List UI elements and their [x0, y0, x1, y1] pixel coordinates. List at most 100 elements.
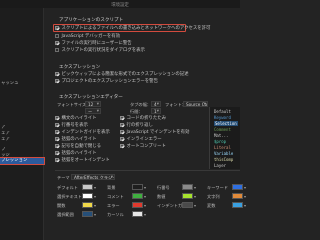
- option-label: プロジェクトのエクスプレッションエラーを警告: [61, 79, 158, 84]
- chevron-down-icon[interactable]: ▾: [244, 194, 246, 199]
- tab-width-dropdown[interactable]: 4: [151, 101, 161, 107]
- color-swatch[interactable]: [232, 193, 243, 199]
- sidebar-item[interactable]: ェア: [0, 137, 44, 143]
- checkbox-auto-indent[interactable]: 括弧をオートインデント: [55, 157, 110, 163]
- option-label: スクリプトの実行状況をダイアログを表示: [61, 48, 145, 53]
- option-label: 括弧をオートインデント: [61, 158, 110, 163]
- chevron-down-icon[interactable]: ▾: [194, 194, 196, 199]
- checkbox-pickwhip-compact[interactable]: ピックウィップによる簡潔な形式でのエクスプレッションの記述: [55, 71, 189, 77]
- checkbox-auto-close[interactable]: 記号を自動で閉じる: [55, 143, 101, 149]
- color-label: デフォルト: [57, 185, 78, 190]
- chevron-down-icon[interactable]: ▾: [194, 203, 196, 208]
- sidebar-item[interactable]: [0, 73, 44, 79]
- color-swatch[interactable]: [82, 184, 93, 190]
- color-swatch[interactable]: [182, 184, 193, 190]
- color-swatch[interactable]: [82, 202, 93, 208]
- color-swatch[interactable]: [132, 184, 143, 190]
- checkbox-icon: [55, 116, 59, 120]
- title-bar: 環境設定: [0, 0, 240, 8]
- chevron-down-icon[interactable]: ▾: [144, 194, 146, 199]
- checkbox-js-indent[interactable]: JavaScript でインデントを有効: [120, 129, 189, 135]
- line-spacing-dropdown[interactable]: 1: [151, 108, 161, 114]
- checkbox-bracket-highlight[interactable]: 括弧のハイライト: [55, 136, 97, 142]
- color-swatch[interactable]: [82, 193, 93, 199]
- chevron-down-icon[interactable]: ▾: [94, 185, 96, 190]
- section-title-expression-editor: エクスプレッションエディター: [59, 95, 123, 100]
- checkbox-autocomplete[interactable]: オートコンプリート: [120, 143, 166, 149]
- chevron-down-icon[interactable]: ▾: [244, 203, 246, 208]
- option-label: スクリプトによるファイルへの書き込みとネットワークへのアクセスを許可: [61, 26, 211, 31]
- color-swatch[interactable]: [132, 193, 143, 199]
- font-size-dropdown[interactable]: 12: [85, 101, 101, 107]
- sidebar-item-scripting-expressions[interactable]: プレッション: [0, 157, 45, 165]
- checkbox-show-dialog[interactable]: スクリプトの実行状況をダイアログを表示: [55, 47, 145, 53]
- editor-dropdown-2[interactable]: ー: [85, 108, 101, 114]
- chevron-down-icon[interactable]: ▾: [94, 212, 96, 217]
- chevron-down-icon[interactable]: ▾: [144, 203, 146, 208]
- checkbox-warn-user[interactable]: ファイルの実行時にユーザーに警告: [55, 40, 132, 46]
- checkbox-syntax-highlight[interactable]: 構文のハイライト: [55, 115, 97, 121]
- chevron-down-icon[interactable]: ▾: [94, 203, 96, 208]
- checkbox-line-wrap[interactable]: 行の折り返し: [120, 122, 153, 128]
- checkbox-icon: [55, 26, 59, 30]
- color-swatch[interactable]: [82, 211, 93, 217]
- color-label: エラー: [107, 203, 120, 208]
- checkbox-icon: [55, 137, 59, 141]
- checkbox-icon: [55, 151, 59, 155]
- checkbox-icon: [55, 130, 59, 134]
- checkbox-icon: [55, 72, 59, 76]
- divider: [55, 170, 240, 171]
- option-label: オートコンプリート: [126, 144, 166, 149]
- preview-line: Literal: [214, 145, 231, 150]
- color-label: 数値: [157, 194, 166, 199]
- color-swatch[interactable]: [182, 193, 193, 199]
- color-swatch[interactable]: [132, 211, 143, 217]
- color-label: 文字列: [207, 194, 220, 199]
- checkbox-icon: [55, 34, 59, 38]
- checkbox-code-folding[interactable]: コードの折りたたみ: [120, 115, 166, 121]
- color-swatch[interactable]: [182, 202, 193, 208]
- checkbox-js-debugger[interactable]: JavaScript デバッガーを有効: [55, 33, 120, 39]
- checkbox-inline-errors[interactable]: インラインエラー: [120, 136, 162, 142]
- color-swatch[interactable]: [232, 202, 243, 208]
- font-dropdown[interactable]: Source Code Pro: [183, 101, 208, 107]
- option-label: 括弧のハイライト: [61, 137, 97, 142]
- section-title-expressions: エクスプレッション: [59, 65, 101, 70]
- preview-line: Comment: [214, 127, 231, 132]
- code-preview: Default Keyword Selection Comment Mat...…: [209, 107, 240, 169]
- option-label: インデントガイドを表示: [61, 130, 110, 135]
- window-title: 環境設定: [111, 2, 129, 8]
- preview-line: Layer: [214, 163, 227, 168]
- option-label: 括弧のハイライト: [61, 151, 97, 156]
- color-swatch[interactable]: [232, 184, 243, 190]
- chevron-down-icon[interactable]: ▾: [194, 185, 196, 190]
- checkbox-icon: [120, 123, 124, 127]
- chevron-down-icon[interactable]: ▾: [244, 185, 246, 190]
- checkbox-icon: [120, 130, 124, 134]
- checkbox-icon: [55, 144, 59, 148]
- checkbox-line-numbers[interactable]: 行番号を表示: [55, 122, 88, 128]
- checkbox-warn-expression-errors[interactable]: プロジェクトのエクスプレッションエラーを警告: [55, 78, 158, 84]
- checkbox-icon: [120, 144, 124, 148]
- checkbox-bracket-highlight-2[interactable]: 括弧のハイライト: [55, 150, 97, 156]
- option-label: ファイルの実行時にユーザーに警告: [61, 41, 132, 46]
- chevron-down-icon[interactable]: ▾: [144, 185, 146, 190]
- checkbox-allow-file-network[interactable]: スクリプトによるファイルへの書き込みとネットワークへのアクセスを許可: [55, 25, 210, 31]
- preview-line: Variable: [214, 151, 234, 156]
- sidebar-item[interactable]: ャッシュ: [0, 81, 44, 87]
- option-label: JavaScript デバッガーを有効: [61, 34, 121, 39]
- chevron-down-icon[interactable]: ▾: [94, 194, 96, 199]
- font-size-label: フォントサイズ: [57, 102, 87, 107]
- theme-dropdown[interactable]: AfterEffects クラシック(デ: [71, 174, 115, 180]
- color-swatch[interactable]: [132, 202, 143, 208]
- checkbox-icon: [55, 79, 59, 83]
- option-label: ピックウィップによる簡潔な形式でのエクスプレッションの記述: [61, 72, 189, 77]
- color-label: 関数: [57, 203, 66, 208]
- preview-line: Keyword: [214, 115, 231, 120]
- color-label: カーソル: [107, 212, 124, 217]
- preview-line: Mat...: [214, 133, 229, 138]
- option-label: 構文のハイライト: [61, 116, 97, 121]
- chevron-down-icon[interactable]: ▾: [144, 212, 146, 217]
- checkbox-icon: [55, 158, 59, 162]
- checkbox-indent-guides[interactable]: インデントガイドを表示: [55, 129, 110, 135]
